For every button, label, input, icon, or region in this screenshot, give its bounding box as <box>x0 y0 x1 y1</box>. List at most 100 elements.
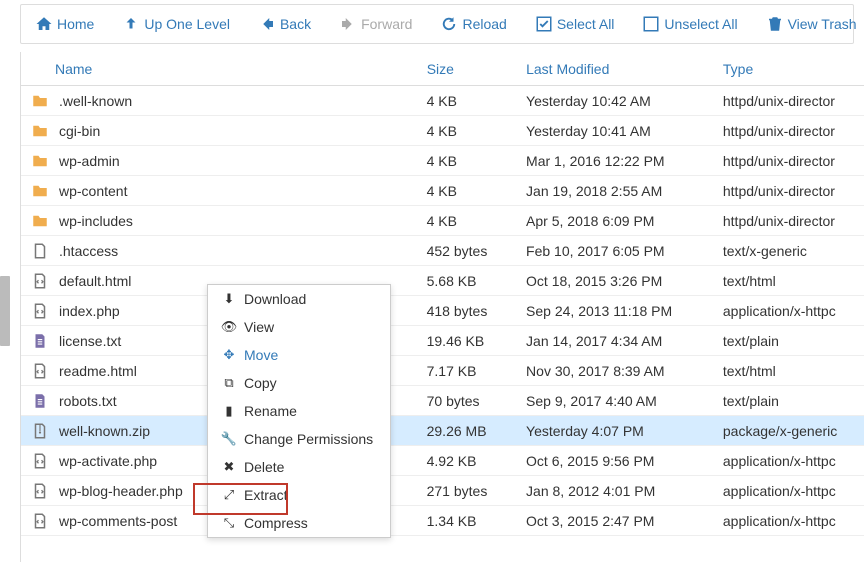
reload-button[interactable]: Reload <box>430 9 516 39</box>
file-name: robots.txt <box>59 393 117 409</box>
back-label: Back <box>280 16 311 32</box>
file-type: text/x-generic <box>715 243 864 259</box>
home-button[interactable]: Home <box>25 9 104 39</box>
file-type: httpd/unix-director <box>715 153 864 169</box>
file-modified: Yesterday 10:42 AM <box>518 93 715 109</box>
move-icon: ✥ <box>222 347 236 363</box>
file-size: 19.46 KB <box>419 333 518 349</box>
file-modified: Oct 18, 2015 3:26 PM <box>518 273 715 289</box>
file-size: 4 KB <box>419 123 518 139</box>
view-trash-button[interactable]: View Trash <box>756 9 864 39</box>
select-all-button[interactable]: Select All <box>525 9 625 39</box>
file-name: default.html <box>59 273 131 289</box>
table-row[interactable]: robots.txt70 bytesSep 9, 2017 4:40 AMtex… <box>21 386 864 416</box>
file-size: 4 KB <box>419 153 518 169</box>
home-icon <box>35 15 53 33</box>
file-size: 4.92 KB <box>419 453 518 469</box>
reload-label: Reload <box>462 16 506 32</box>
file-name: cgi-bin <box>59 123 100 139</box>
context-extract[interactable]: ⤢Extract <box>208 481 390 509</box>
file-size: 5.68 KB <box>419 273 518 289</box>
file-table: Name Size Last Modified Type .well-known… <box>20 52 864 562</box>
context-compress[interactable]: ⤡Compress <box>208 509 390 537</box>
file-modified: Sep 24, 2013 11:18 PM <box>518 303 715 319</box>
file-size: 271 bytes <box>419 483 518 499</box>
table-row[interactable]: cgi-bin 4 KBYesterday 10:41 AMhttpd/unix-… <box>21 116 864 146</box>
file-type: application/x-httpc <box>715 513 864 529</box>
table-row[interactable]: wp-includes4 KBApr 5, 2018 6:09 PMhttpd/… <box>21 206 864 236</box>
context-rename[interactable]: ▮Rename <box>208 397 390 425</box>
file-size: 7.17 KB <box>419 363 518 379</box>
col-name[interactable]: Name <box>21 61 419 77</box>
table-row[interactable]: well-known.zip29.26 MBYesterday 4:07 PMp… <box>21 416 864 446</box>
context-download[interactable]: ⬇Download <box>208 285 390 313</box>
file-name: readme.html <box>59 363 137 379</box>
file-name: wp-comments-post <box>59 513 177 529</box>
back-button[interactable]: Back <box>248 9 321 39</box>
text-icon <box>31 332 49 350</box>
col-modified[interactable]: Last Modified <box>518 61 715 77</box>
context-copy[interactable]: ⧉Copy <box>208 369 390 397</box>
file-modified: Yesterday 4:07 PM <box>518 423 715 439</box>
code-icon <box>31 272 49 290</box>
folder-icon <box>31 212 49 230</box>
file-icon <box>31 242 49 260</box>
back-icon <box>258 15 276 33</box>
view-trash-label: View Trash <box>788 16 857 32</box>
folder-icon <box>31 92 49 110</box>
file-name: wp-includes <box>59 213 133 229</box>
file-modified: Yesterday 10:41 AM <box>518 123 715 139</box>
file-modified: Jan 19, 2018 2:55 AM <box>518 183 715 199</box>
code-icon <box>31 362 49 380</box>
scrollbar-thumb[interactable] <box>0 276 10 346</box>
forward-icon <box>339 15 357 33</box>
text-icon <box>31 392 49 410</box>
file-type: text/html <box>715 273 864 289</box>
rename-icon: ▮ <box>222 403 236 419</box>
file-modified: Nov 30, 2017 8:39 AM <box>518 363 715 379</box>
col-type[interactable]: Type <box>715 61 864 77</box>
table-row[interactable]: default.html 5.68 KBOct 18, 2015 3:26 PMt… <box>21 266 864 296</box>
file-modified: Feb 10, 2017 6:05 PM <box>518 243 715 259</box>
trash-icon <box>766 15 784 33</box>
zip-icon <box>31 422 49 440</box>
unselect-all-label: Unselect All <box>664 16 737 32</box>
context-permissions[interactable]: 🔧Change Permissions <box>208 425 390 453</box>
file-name: index.php <box>59 303 120 319</box>
table-row[interactable]: readme.html7.17 KBNov 30, 2017 8:39 AMte… <box>21 356 864 386</box>
table-row[interactable]: license.txt19.46 KBJan 14, 2017 4:34 AMt… <box>21 326 864 356</box>
eye-icon: 👁 <box>222 319 236 335</box>
table-row[interactable]: wp-content4 KBJan 19, 2018 2:55 AMhttpd/… <box>21 176 864 206</box>
file-name: wp-admin <box>59 153 120 169</box>
table-row[interactable]: wp-admin4 KBMar 1, 2016 12:22 PMhttpd/un… <box>21 146 864 176</box>
context-delete[interactable]: ✖Delete <box>208 453 390 481</box>
reload-icon <box>440 15 458 33</box>
file-size: 4 KB <box>419 183 518 199</box>
forward-label: Forward <box>361 16 412 32</box>
folder-icon <box>31 122 49 140</box>
context-view[interactable]: 👁View <box>208 313 390 341</box>
file-type: application/x-httpc <box>715 483 864 499</box>
context-move[interactable]: ✥Move <box>208 341 390 369</box>
file-size: 4 KB <box>419 93 518 109</box>
file-type: httpd/unix-director <box>715 123 864 139</box>
file-modified: Jan 8, 2012 4:01 PM <box>518 483 715 499</box>
home-label: Home <box>57 16 94 32</box>
file-size: 29.26 MB <box>419 423 518 439</box>
table-row[interactable]: wp-activate.php4.92 KBOct 6, 2015 9:56 P… <box>21 446 864 476</box>
up-button[interactable]: Up One Level <box>112 9 240 39</box>
file-size: 452 bytes <box>419 243 518 259</box>
context-menu: ⬇Download 👁View ✥Move ⧉Copy ▮Rename 🔧Cha… <box>207 284 391 538</box>
table-row[interactable]: .htaccess452 bytesFeb 10, 2017 6:05 PMte… <box>21 236 864 266</box>
delete-icon: ✖ <box>222 459 236 475</box>
file-size: 1.34 KB <box>419 513 518 529</box>
file-name: wp-activate.php <box>59 453 157 469</box>
table-row[interactable]: .well-known4 KBYesterday 10:42 AMhttpd/u… <box>21 86 864 116</box>
table-row[interactable]: wp-blog-header.php271 bytesJan 8, 2012 4… <box>21 476 864 506</box>
col-size[interactable]: Size <box>419 61 518 77</box>
forward-button[interactable]: Forward <box>329 9 422 39</box>
check-square-icon <box>535 15 553 33</box>
table-row[interactable]: wp-comments-post1.34 KBOct 3, 2015 2:47 … <box>21 506 864 536</box>
unselect-all-button[interactable]: Unselect All <box>632 9 747 39</box>
table-row[interactable]: index.php418 bytesSep 24, 2013 11:18 PMa… <box>21 296 864 326</box>
